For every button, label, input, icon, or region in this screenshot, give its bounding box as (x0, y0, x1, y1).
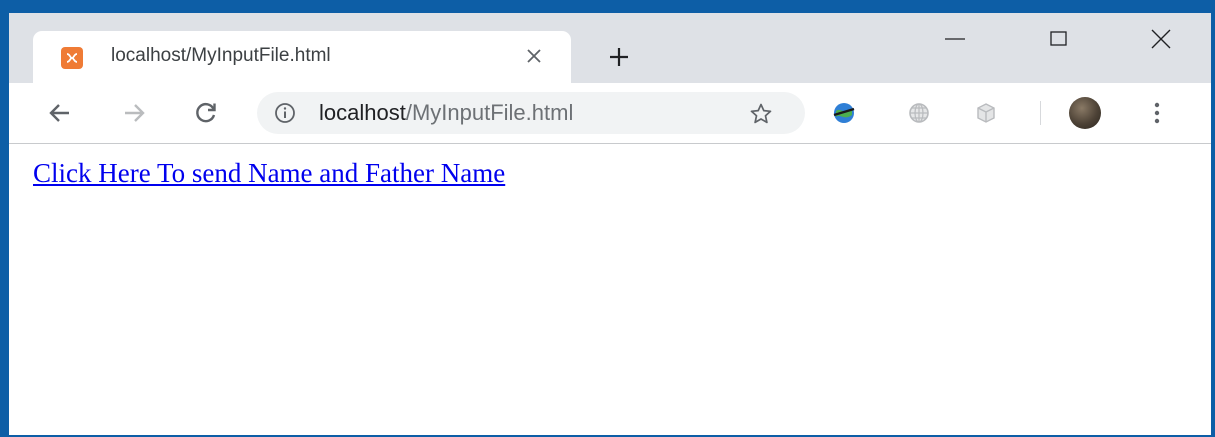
toolbar-divider (1040, 101, 1041, 125)
avatar[interactable] (1069, 97, 1101, 129)
tab-strip: localhost/MyInputFile.html (9, 13, 1211, 83)
star-icon[interactable] (747, 100, 775, 128)
browser-toolbar: localhost/MyInputFile.html (9, 83, 1211, 144)
address-bar[interactable]: localhost/MyInputFile.html (257, 92, 805, 134)
address-url: localhost/MyInputFile.html (319, 100, 573, 126)
plus-icon[interactable] (602, 40, 636, 74)
maximize-icon[interactable] (1031, 19, 1087, 59)
page-content: Click Here To send Name and Father Name (9, 144, 1211, 435)
info-icon[interactable] (273, 101, 297, 125)
address-host: localhost (319, 100, 406, 125)
browser-window: localhost/MyInputFile.html localhost/MyI… (0, 0, 1215, 437)
send-name-link[interactable]: Click Here To send Name and Father Name (33, 158, 505, 189)
reload-icon[interactable] (189, 96, 223, 130)
arrow-left-icon[interactable] (43, 96, 77, 130)
tab-title: localhost/MyInputFile.html (111, 45, 331, 66)
idm-extension-icon[interactable] (829, 98, 859, 128)
globe-extension-icon[interactable] (904, 98, 934, 128)
tab-active[interactable]: localhost/MyInputFile.html (33, 31, 571, 83)
cube-extension-icon[interactable] (971, 98, 1001, 128)
xampp-icon (61, 47, 83, 69)
minimize-icon[interactable] (927, 19, 983, 59)
window-close-icon[interactable] (1133, 19, 1189, 59)
kebab-menu-icon[interactable] (1147, 97, 1167, 129)
address-path: /MyInputFile.html (405, 100, 574, 125)
arrow-right-icon[interactable] (117, 96, 151, 130)
tab-close-icon[interactable] (521, 43, 547, 69)
browser-frame: localhost/MyInputFile.html localhost/MyI… (9, 13, 1211, 435)
